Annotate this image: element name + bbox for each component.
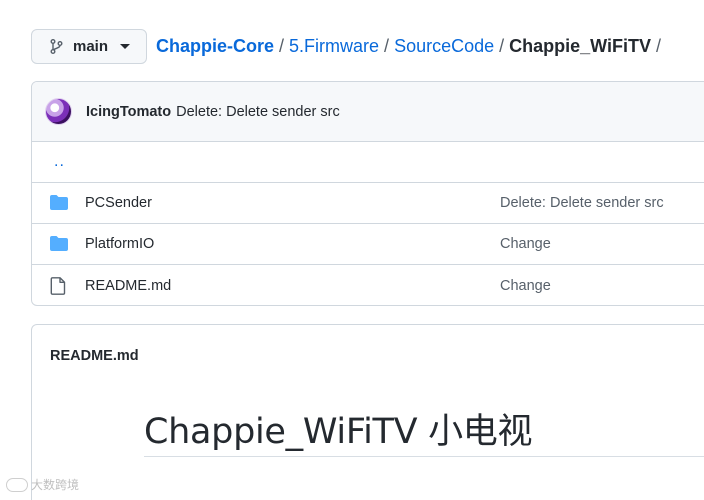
readme-panel: README.md Chappie_WiFiTV 小电视 xyxy=(31,324,704,500)
file-browser: IcingTomato Delete: Delete sender src ..… xyxy=(31,81,704,306)
file-commit-message-link[interactable]: Delete: Delete sender src xyxy=(500,195,664,211)
commit-author-link[interactable]: IcingTomato xyxy=(86,104,171,120)
file-name-link[interactable]: README.md xyxy=(85,278,171,294)
branch-name: main xyxy=(73,38,109,55)
file-row[interactable]: PCSender Delete: Delete sender src xyxy=(32,183,704,224)
heading-divider xyxy=(144,456,704,457)
file-name-link[interactable]: PCSender xyxy=(85,195,152,211)
breadcrumb-current: Chappie_WiFiTV xyxy=(509,36,652,56)
breadcrumb-separator: / xyxy=(656,36,662,56)
watermark: 大数跨境 xyxy=(6,476,79,493)
file-commit-message-link[interactable]: Change xyxy=(500,278,551,294)
folder-icon xyxy=(50,236,68,253)
file-row[interactable]: PlatformIO Change xyxy=(32,224,704,265)
watermark-text: 大数跨境 xyxy=(31,478,80,492)
commit-message-link[interactable]: Delete: Delete sender src xyxy=(176,104,340,120)
latest-commit-bar: IcingTomato Delete: Delete sender src xyxy=(32,82,704,142)
breadcrumb-separator: / xyxy=(279,36,285,56)
repo-header: main Chappie-Core / 5.Firmware / SourceC… xyxy=(31,29,704,64)
avatar[interactable] xyxy=(45,98,72,125)
watermark-logo-icon xyxy=(6,477,28,492)
breadcrumb-separator: / xyxy=(384,36,390,56)
chevron-down-icon xyxy=(120,44,131,49)
parent-directory-link[interactable]: .. xyxy=(32,142,704,183)
file-commit-message-link[interactable]: Change xyxy=(500,236,551,252)
file-row[interactable]: README.md Change xyxy=(32,265,704,305)
folder-icon xyxy=(50,195,68,212)
breadcrumb: Chappie-Core / 5.Firmware / SourceCode /… xyxy=(156,36,666,57)
branch-select-button[interactable]: main xyxy=(31,29,147,64)
git-branch-icon xyxy=(50,39,63,54)
readme-heading: Chappie_WiFiTV 小电视 xyxy=(144,412,533,452)
readme-filename: README.md xyxy=(50,348,139,364)
file-name-link[interactable]: PlatformIO xyxy=(85,236,154,252)
breadcrumb-separator: / xyxy=(499,36,505,56)
file-icon xyxy=(50,277,68,295)
breadcrumb-link-sourcecode[interactable]: SourceCode xyxy=(394,36,494,57)
breadcrumb-link-firmware[interactable]: 5.Firmware xyxy=(289,36,379,57)
breadcrumb-root-link[interactable]: Chappie-Core xyxy=(156,36,274,57)
